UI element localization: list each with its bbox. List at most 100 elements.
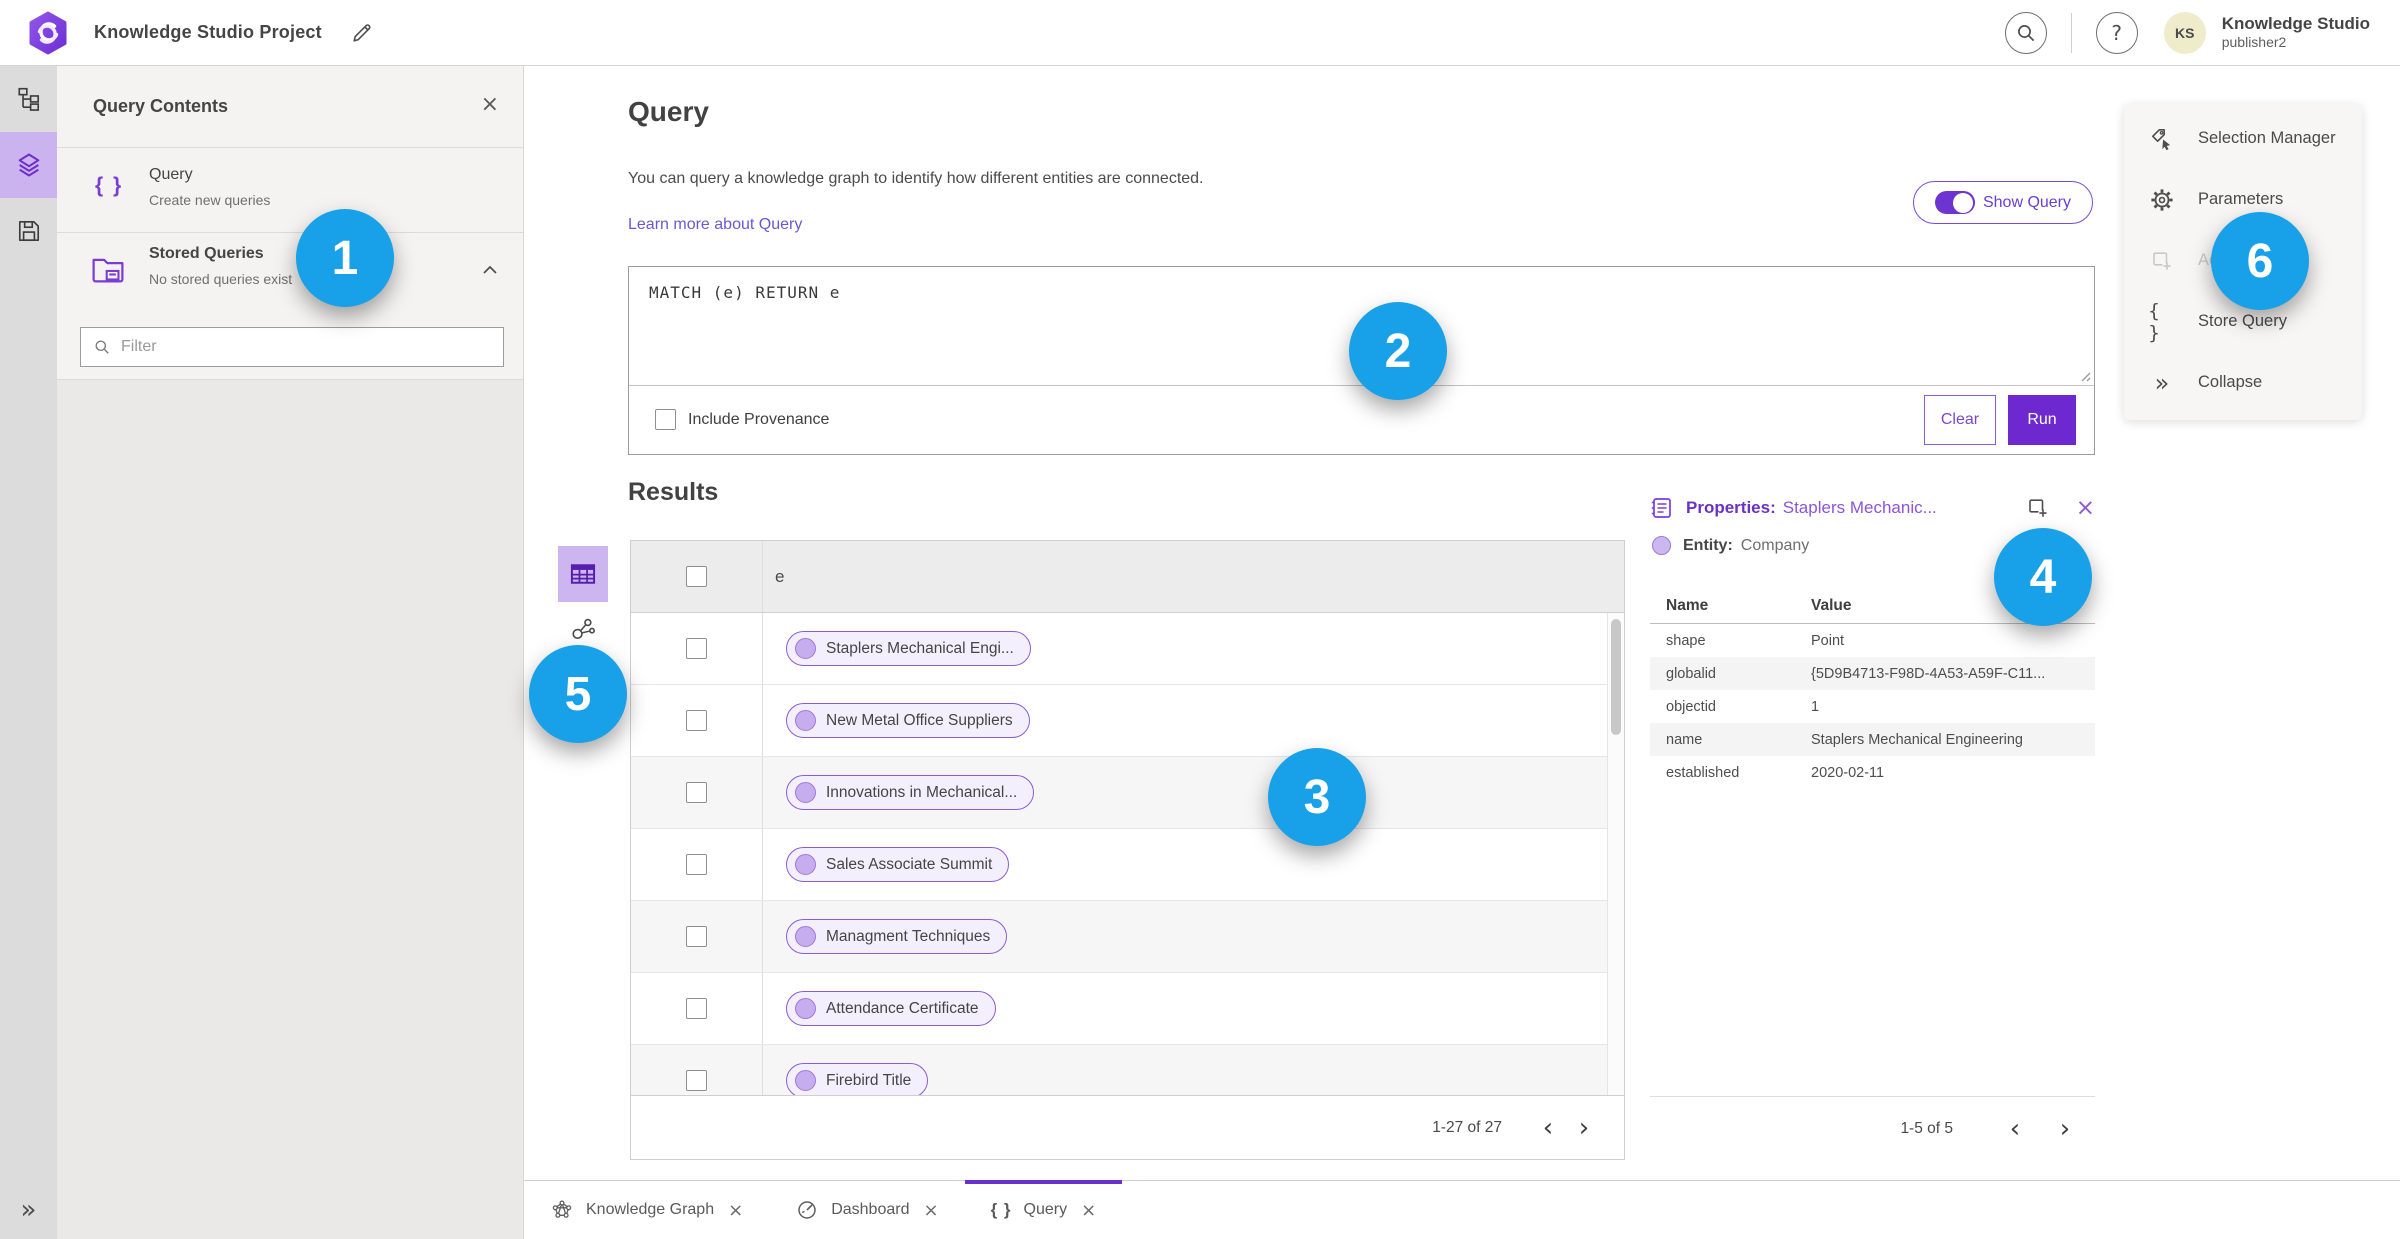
stored-queries-description: No stored queries exist bbox=[149, 271, 293, 287]
results-pagination-text: 1-27 of 27 bbox=[1432, 1118, 1502, 1136]
property-name: shape bbox=[1666, 632, 1706, 649]
run-button[interactable]: Run bbox=[2008, 394, 2076, 445]
expand-rail-button[interactable]: » bbox=[0, 1195, 57, 1225]
results-scrollbar[interactable] bbox=[1607, 613, 1624, 1096]
entity-pill[interactable]: Innovations in Mechanical... bbox=[786, 775, 1035, 810]
close-panel-icon[interactable]: × bbox=[481, 92, 499, 117]
menu-item-selection-manager[interactable]: Selection Manager bbox=[2124, 108, 2362, 169]
property-row[interactable]: name Staplers Mechanical Engineering bbox=[1650, 723, 2095, 756]
column-header-e: e bbox=[775, 566, 785, 586]
add-to-selection-icon[interactable] bbox=[2026, 496, 2050, 520]
row-checkbox[interactable] bbox=[686, 710, 707, 731]
learn-more-link[interactable]: Learn more about Query bbox=[628, 216, 802, 234]
gear-icon bbox=[2151, 188, 2173, 211]
sidebar-item-query[interactable]: { } Query Create new queries bbox=[57, 148, 523, 233]
property-value: Staplers Mechanical Engineering bbox=[1811, 731, 2023, 748]
table-row[interactable]: Attendance Certificate bbox=[631, 973, 1624, 1045]
property-name: name bbox=[1666, 731, 1703, 748]
tab-dashboard[interactable]: Dashboard × bbox=[769, 1181, 964, 1239]
include-provenance-checkbox[interactable] bbox=[655, 409, 676, 430]
avatar-initials: KS bbox=[2174, 24, 2195, 41]
schema-icon bbox=[17, 87, 39, 111]
select-all-checkbox[interactable] bbox=[686, 566, 707, 587]
menu-item-collapse[interactable]: » Collapse bbox=[2124, 352, 2362, 413]
rail-item-save[interactable] bbox=[0, 198, 57, 264]
property-name: globalid bbox=[1666, 665, 1716, 682]
collapse-section-icon[interactable] bbox=[481, 263, 499, 277]
rail-item-schema[interactable] bbox=[0, 66, 57, 132]
close-tab-icon[interactable]: × bbox=[1081, 1200, 1096, 1221]
query-item-description: Create new queries bbox=[149, 192, 271, 208]
table-row[interactable]: Staplers Mechanical Engi... bbox=[631, 613, 1624, 685]
row-checkbox[interactable] bbox=[686, 926, 707, 947]
close-tab-icon[interactable]: × bbox=[923, 1200, 938, 1221]
help-button[interactable]: ? bbox=[2095, 11, 2138, 54]
row-checkbox[interactable] bbox=[686, 782, 707, 803]
search-button[interactable] bbox=[2004, 11, 2047, 54]
entity-pill[interactable]: Sales Associate Summit bbox=[786, 847, 1010, 882]
properties-title: Properties: bbox=[1686, 498, 1776, 517]
topbar-divider bbox=[2070, 12, 2072, 53]
properties-entity-link[interactable]: Staplers Mechanic... bbox=[1783, 498, 1937, 518]
show-query-label: Show Query bbox=[1982, 193, 2072, 211]
resize-handle[interactable] bbox=[2079, 370, 2091, 382]
prev-page-button[interactable]: ‹ bbox=[1997, 1111, 2033, 1147]
query-item-label: Query bbox=[149, 166, 193, 183]
include-provenance-label: Include Provenance bbox=[688, 410, 830, 428]
rail-item-layers[interactable] bbox=[0, 132, 57, 198]
next-page-button[interactable]: › bbox=[1566, 1110, 1602, 1146]
row-checkbox[interactable] bbox=[686, 854, 707, 875]
row-checkbox[interactable] bbox=[686, 998, 707, 1019]
table-row[interactable]: New Metal Office Suppliers bbox=[631, 685, 1624, 757]
entity-type: Company bbox=[1740, 536, 1810, 554]
entity-pill[interactable]: Attendance Certificate bbox=[786, 991, 996, 1026]
user-role: publisher2 bbox=[2221, 34, 2287, 51]
property-name: objectid bbox=[1666, 698, 1716, 715]
table-row[interactable]: Sales Associate Summit bbox=[631, 829, 1624, 901]
prev-page-button[interactable]: ‹ bbox=[1530, 1110, 1566, 1146]
filter-search-icon bbox=[95, 340, 109, 354]
user-block[interactable]: Knowledge Studio publisher2 bbox=[2222, 14, 2370, 51]
property-row[interactable]: established 2020-02-11 bbox=[1650, 756, 2095, 789]
entity-pill[interactable]: Staplers Mechanical Engi... bbox=[786, 631, 1031, 666]
close-properties-icon[interactable]: × bbox=[2076, 495, 2095, 521]
add-frame-icon bbox=[2153, 251, 2171, 270]
row-checkbox[interactable] bbox=[686, 1070, 707, 1091]
property-row[interactable]: globalid {5D9B4713-F98D-4A53-A59F-C11... bbox=[1650, 657, 2095, 690]
menu-item-label: Parameters bbox=[2198, 190, 2284, 208]
query-contents-sections: Query Contents × { } Query Create new qu… bbox=[57, 66, 523, 380]
table-view-button[interactable] bbox=[558, 546, 608, 602]
avatar[interactable]: KS bbox=[2163, 11, 2206, 54]
question-icon: ? bbox=[2111, 20, 2123, 45]
entity-pill-label: Sales Associate Summit bbox=[826, 855, 993, 873]
close-tab-icon[interactable]: × bbox=[728, 1200, 743, 1221]
show-query-toggle[interactable]: Show Query bbox=[1913, 181, 2093, 224]
entity-pill[interactable]: Firebird Title bbox=[786, 1063, 929, 1096]
include-provenance-control[interactable]: Include Provenance bbox=[655, 409, 829, 430]
entity-pill-label: Attendance Certificate bbox=[826, 999, 979, 1017]
table-row[interactable]: Managment Techniques bbox=[631, 901, 1624, 973]
top-bar: Knowledge Studio Project ? KS Knowledge … bbox=[0, 0, 2400, 66]
entity-row: Entity: Company bbox=[1652, 536, 1809, 555]
tab-knowledge-graph[interactable]: Knowledge Graph × bbox=[524, 1181, 769, 1239]
edit-title-icon[interactable] bbox=[350, 21, 374, 45]
property-row[interactable]: shape Point bbox=[1650, 624, 2095, 657]
entity-pill[interactable]: Managment Techniques bbox=[786, 919, 1008, 954]
next-page-button[interactable]: › bbox=[2047, 1111, 2083, 1147]
table-row[interactable]: Innovations in Mechanical... bbox=[631, 757, 1624, 829]
annotation-badge-3: 3 bbox=[1268, 748, 1366, 846]
table-row[interactable]: Firebird Title bbox=[631, 1045, 1624, 1096]
property-row[interactable]: objectid 1 bbox=[1650, 690, 2095, 723]
properties-icon bbox=[1651, 498, 1671, 518]
entity-pill[interactable]: New Metal Office Suppliers bbox=[786, 703, 1030, 738]
filter-input[interactable] bbox=[121, 338, 503, 356]
clear-button[interactable]: Clear bbox=[1924, 394, 1996, 445]
tab-query[interactable]: { } Query × bbox=[964, 1180, 1123, 1239]
row-checkbox[interactable] bbox=[686, 638, 707, 659]
entity-pill-label: Managment Techniques bbox=[826, 927, 991, 945]
knowledge-studio-logo-icon bbox=[29, 11, 67, 54]
scrollbar-thumb[interactable] bbox=[1611, 619, 1621, 735]
bottom-tab-bar: Knowledge Graph × Dashboard × { } Query … bbox=[524, 1180, 2400, 1239]
sidebar-item-stored-queries[interactable]: Stored Queries No stored queries exist bbox=[57, 233, 523, 313]
filter-field[interactable] bbox=[80, 327, 504, 367]
